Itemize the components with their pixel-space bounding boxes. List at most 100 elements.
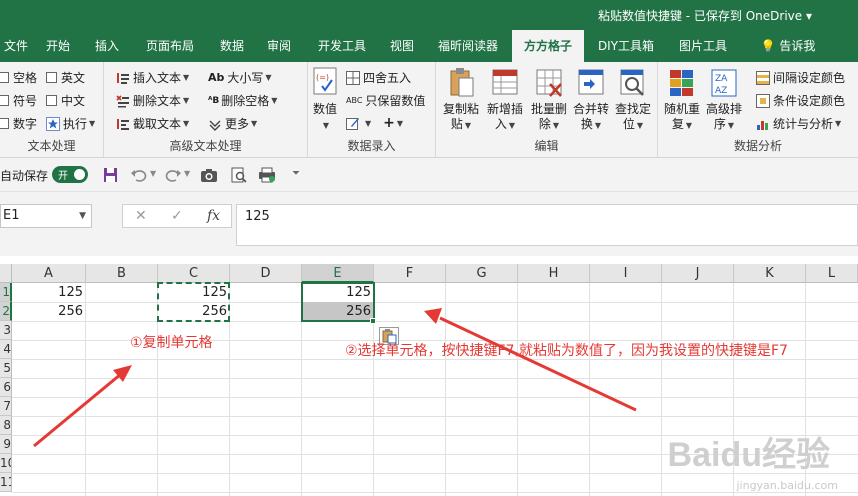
chevron-down-icon: ▼ xyxy=(89,119,96,128)
tab-review[interactable]: 审阅 xyxy=(254,30,304,62)
quick-access-toolbar: 自动保存 开 ▼ ▼ ⏷ xyxy=(0,158,858,192)
tab-data[interactable]: 数据 xyxy=(210,30,254,62)
random-repeat-button[interactable]: 随机重复 ▼ xyxy=(662,66,702,133)
abc-icon: ABC xyxy=(346,96,363,105)
advanced-sort-button[interactable]: ZA AZ 高级排序 ▼ xyxy=(704,66,744,133)
plus-icon[interactable]: + xyxy=(383,115,395,131)
tab-fangfang-gezi[interactable]: 方方格子 xyxy=(512,30,584,62)
tab-foxit-reader[interactable]: 福昕阅读器 xyxy=(424,30,512,62)
checkbox-english[interactable]: 英文 xyxy=(46,69,85,86)
interval-color-button[interactable]: 间隔设定颜色 xyxy=(756,69,845,86)
chevron-down-icon: ▼ xyxy=(265,73,272,82)
merge-convert-icon xyxy=(578,69,604,95)
chevron-down-icon: ▼ xyxy=(322,121,330,130)
autosave-toggle[interactable]: 开 xyxy=(52,166,88,183)
undo-icon[interactable] xyxy=(130,167,148,183)
copy-paste-button[interactable]: 复制粘贴 ▼ xyxy=(440,66,482,133)
chevron-down-icon: ▼ xyxy=(464,121,472,130)
edit-entry-button[interactable]: ▼ + ▼ xyxy=(346,115,403,131)
checkbox-symbol[interactable]: 符号 xyxy=(0,92,37,109)
tab-file[interactable]: 文件 xyxy=(0,30,32,62)
checkbox-space[interactable]: 空格 xyxy=(0,69,37,86)
toggle-knob xyxy=(74,169,85,180)
print-preview-icon[interactable] xyxy=(230,167,248,183)
chevron-down-icon: ▼ xyxy=(183,96,190,105)
insert-function-icon[interactable]: fx xyxy=(207,208,220,224)
chevron-down-icon: ▼ xyxy=(685,121,693,130)
remove-spaces-button[interactable]: ᴬB 删除空格 ▼ xyxy=(208,92,277,109)
checkbox-chinese[interactable]: 中文 xyxy=(46,92,85,109)
tab-view[interactable]: 视图 xyxy=(380,30,424,62)
star-icon xyxy=(46,116,60,131)
toggle-label: 开 xyxy=(58,171,68,182)
arrow-2-head xyxy=(424,308,442,324)
batch-delete-button[interactable]: 批量删除 ▼ xyxy=(528,66,570,133)
statistics-icon xyxy=(757,120,768,130)
conditional-color-icon xyxy=(756,93,770,108)
formula-bar: E1 ▼ ✕ ✓ fx 125 xyxy=(0,192,858,256)
paste-clipboard-icon xyxy=(450,68,474,97)
formula-input[interactable]: 125 xyxy=(236,204,858,246)
execute-button[interactable]: 执行 ▼ xyxy=(46,115,95,132)
delete-text-button[interactable]: 删除文本 ▼ xyxy=(116,92,189,109)
statistics-analysis-button[interactable]: 统计与分析 ▼ xyxy=(756,115,841,132)
tell-me-label: 告诉我 xyxy=(779,39,816,53)
edit-icon xyxy=(346,118,359,130)
ribbon: 空格 英文 符号 中文 数字 执行 ▼ 文本处理 插入文本 ▼ 删除文本 ▼ 截取文本… xyxy=(0,62,858,158)
tab-page-layout[interactable]: 页面布局 xyxy=(130,30,210,62)
more-icon xyxy=(209,120,221,131)
chevron-down-icon[interactable]: ▼ xyxy=(184,169,190,178)
arrow-1-shaft xyxy=(33,372,122,448)
case-button[interactable]: Ab 大小写 ▼ xyxy=(208,69,272,86)
lightbulb-icon: 💡 xyxy=(760,39,776,53)
quick-print-icon[interactable] xyxy=(258,167,276,183)
tab-tell-me[interactable]: 💡 告诉我 xyxy=(738,30,838,62)
insert-text-icon xyxy=(117,72,129,84)
add-insert-button[interactable]: 新增插入 ▼ xyxy=(484,66,526,133)
camera-icon[interactable] xyxy=(200,167,218,183)
chevron-down-icon: ▼ xyxy=(636,121,644,130)
extract-text-button[interactable]: 截取文本 ▼ xyxy=(116,115,189,132)
tab-home[interactable]: 开始 xyxy=(32,30,84,62)
group-text-processing: 空格 英文 符号 中文 数字 执行 ▼ 文本处理 xyxy=(0,62,104,157)
watermark-logo: Baidu经验 xyxy=(667,436,830,474)
find-icon xyxy=(620,69,644,96)
group-data-analysis: 随机重复 ▼ ZA AZ 高级排序 ▼ 间隔设定颜色 条件设定颜色 统计与分析 ▼ 数据… xyxy=(658,62,858,157)
tab-diy-toolbox[interactable]: DIY工具箱 xyxy=(584,30,668,62)
more-button[interactable]: 更多 ▼ xyxy=(208,115,257,132)
save-icon[interactable] xyxy=(102,167,120,183)
svg-text:AZ: AZ xyxy=(715,86,727,96)
watermark-url: jingyan.baidu.com xyxy=(736,479,838,492)
chevron-down-icon[interactable]: ▼ xyxy=(150,169,156,178)
cancel-icon[interactable]: ✕ xyxy=(135,208,147,224)
find-locate-button[interactable]: 查找定位 ▼ xyxy=(612,66,654,133)
enter-icon[interactable]: ✓ xyxy=(171,208,183,224)
arrow-2-shaft xyxy=(439,316,637,412)
checkbox-icon xyxy=(46,72,57,83)
chevron-down-icon[interactable]: ▼ xyxy=(79,205,86,227)
chevron-down-icon: ▼ xyxy=(271,96,278,105)
merge-convert-button[interactable]: 合并转换 ▼ xyxy=(570,66,612,133)
chevron-down-icon: ▼ xyxy=(594,121,602,130)
name-box[interactable]: E1 ▼ xyxy=(0,204,92,228)
checkbox-icon xyxy=(46,95,57,106)
round-button[interactable]: 四舍五入 xyxy=(346,69,411,86)
checkbox-number[interactable]: 数字 xyxy=(0,115,37,132)
tab-insert[interactable]: 插入 xyxy=(84,30,130,62)
chevron-down-icon: ▼ xyxy=(183,119,190,128)
keep-values-button[interactable]: ABC 只保留数值 xyxy=(346,92,425,109)
redo-icon[interactable] xyxy=(164,167,182,183)
group-label: 数据分析 xyxy=(733,139,782,153)
sort-az-icon: ZA AZ xyxy=(711,69,737,97)
checkbox-icon xyxy=(0,72,9,83)
numeric-button[interactable]: (=) 数值 ▼ xyxy=(310,66,340,133)
customize-qat-icon[interactable]: ⏷ xyxy=(292,168,300,179)
tab-developer[interactable]: 开发工具 xyxy=(304,30,380,62)
formula-controls: ✕ ✓ fx xyxy=(122,204,232,228)
tab-picture-tools[interactable]: 图片工具 xyxy=(668,30,738,62)
checkbox-icon xyxy=(0,95,9,106)
conditional-color-button[interactable]: 条件设定颜色 xyxy=(756,92,845,109)
ab-space-icon: ᴬB xyxy=(208,95,220,106)
insert-text-button[interactable]: 插入文本 ▼ xyxy=(116,69,189,86)
chevron-down-icon: ▼ xyxy=(251,119,258,128)
